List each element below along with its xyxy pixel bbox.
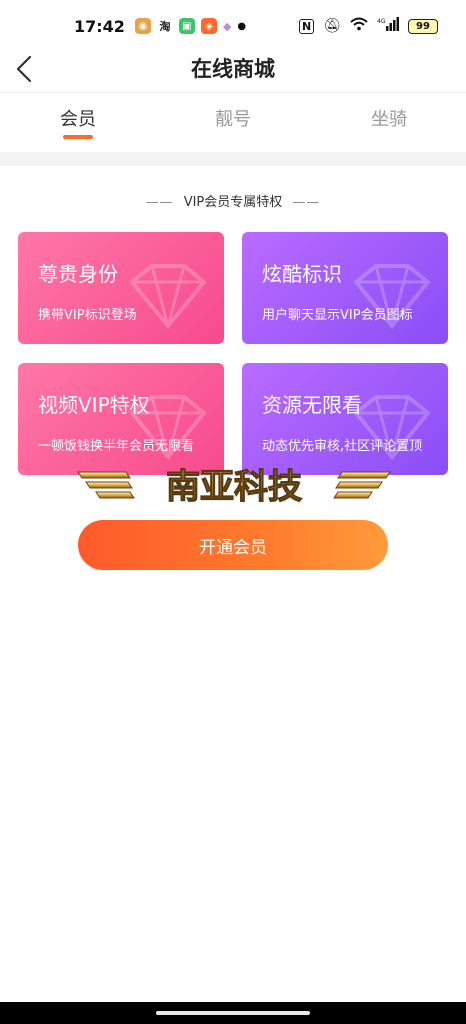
activate-membership-button[interactable]: 开通会员 <box>78 520 388 570</box>
privilege-card-video-vip[interactable]: 视频VIP特权 一顿饭钱换半年会员无限看 <box>18 363 224 475</box>
card-title: 尊贵身份 <box>38 262 118 286</box>
battery-icon: 99 <box>408 18 438 34</box>
title-dash-right: —— <box>292 195 321 210</box>
privileges-section-title: —— VIP会员专属特权 —— <box>0 191 466 210</box>
card-description: 用户聊天显示VIP会员图标 <box>262 308 413 323</box>
privilege-card-noble-identity[interactable]: 尊贵身份 携带VIP标识登场 <box>18 232 224 344</box>
tab-lucky-number[interactable]: 靓号 <box>193 105 273 131</box>
network-type-text: 4G <box>377 18 386 25</box>
privilege-card-cool-badge[interactable]: 炫酷标识 用户聊天显示VIP会员图标 <box>242 232 448 344</box>
system-nav-bar <box>0 1002 466 1024</box>
app-notification-icon: ◉ <box>134 18 151 34</box>
wing-right-icon <box>333 471 391 499</box>
status-right-group: N 🔕︎ 4G 99 <box>299 17 438 35</box>
tab-bar: 会员 靓号 坐骑 <box>0 92 466 152</box>
wing-left-icon <box>77 471 135 499</box>
app-icon-green: ▣ <box>178 18 195 34</box>
section-divider <box>0 152 466 166</box>
taobao-icon: 淘 <box>156 18 173 34</box>
tab-mount[interactable]: 坐骑 <box>349 105 429 131</box>
card-description: 一顿饭钱换半年会员无限看 <box>38 439 195 454</box>
card-description: 动态优先审核,社区评论置顶 <box>262 439 423 454</box>
title-dash-left: —— <box>145 195 174 210</box>
home-indicator[interactable] <box>156 1011 310 1015</box>
privileges-title-text: VIP会员专属特权 <box>183 195 283 210</box>
card-title: 资源无限看 <box>262 393 362 417</box>
nav-bar: 在线商城 <box>0 52 466 86</box>
page-title: 在线商城 <box>191 57 275 81</box>
card-title: 视频VIP特权 <box>38 393 150 417</box>
card-description: 携带VIP标识登场 <box>38 308 137 323</box>
status-bar: 17:42 ◉ 淘 ▣ ◈ ◆ ● N 🔕︎ 4G 99 <box>0 0 466 52</box>
watermark-text: 南亚科技 <box>166 467 302 506</box>
wifi-icon <box>350 17 368 35</box>
mute-icon: 🔕︎ <box>323 18 341 34</box>
privilege-card-unlimited-resources[interactable]: 资源无限看 动态优先审核,社区评论置顶 <box>242 363 448 475</box>
app-icon-orange: ◈ <box>200 18 217 34</box>
card-title: 炫酷标识 <box>262 262 342 286</box>
status-time: 17:42 <box>74 16 125 36</box>
watermark-logo: 南亚科技 <box>77 466 391 506</box>
active-tab-indicator <box>63 135 93 139</box>
nfc-icon: N <box>299 18 315 34</box>
app-icon-small: ◆ <box>222 19 232 33</box>
signal-icon: 4G <box>377 17 399 35</box>
tab-membership[interactable]: 会员 <box>38 105 118 131</box>
more-dot-icon: ● <box>237 20 247 32</box>
